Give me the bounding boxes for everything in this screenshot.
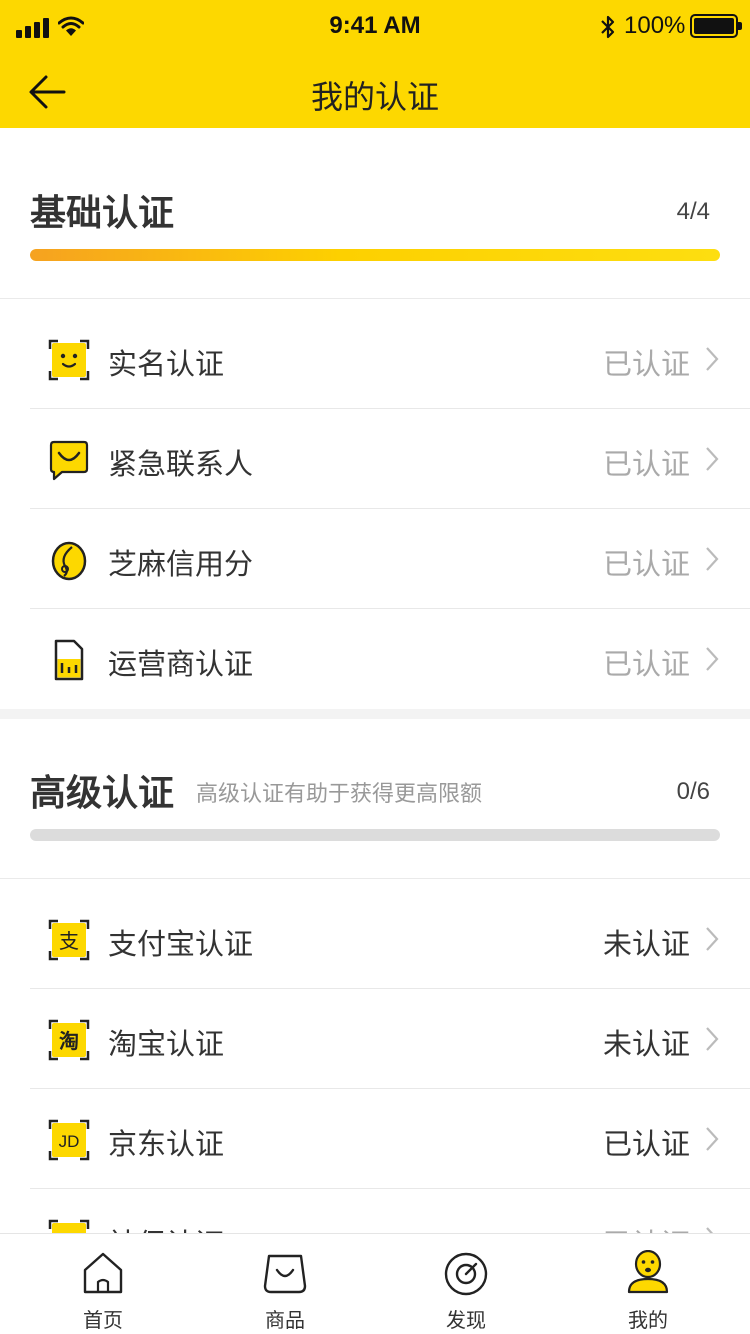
jd-icon: JD: [48, 1119, 90, 1161]
status-badge: 已认证: [602, 1127, 690, 1161]
sesame-icon: [51, 541, 87, 581]
tab-bar: 首页 商品 发现 我的: [0, 1233, 750, 1334]
status-badge: 已认证: [602, 447, 690, 481]
social-security-icon: [48, 1219, 90, 1233]
bluetooth-icon: [601, 15, 615, 39]
advanced-section-subtitle: 高级认证有助于获得更高限额: [196, 782, 483, 807]
content: 基础认证 4/4 实名认证 已认证 紧急联系人 已认证 芝麻信用分 已认证 运营…: [0, 128, 750, 1233]
shopping-bag-icon: [263, 1254, 307, 1294]
tab-home[interactable]: 首页: [28, 1234, 178, 1334]
list-item-sesame-credit[interactable]: 芝麻信用分 已认证: [0, 509, 750, 609]
chevron-right-icon: [706, 647, 719, 671]
tab-label: 首页: [83, 1308, 123, 1332]
taobao-icon: 淘: [48, 1019, 90, 1061]
status-badge: 已认证: [602, 547, 690, 581]
basic-section-title: 基础认证: [30, 193, 175, 234]
status-bar: 9:41 AM 100%: [0, 0, 750, 54]
profile-icon: [627, 1250, 669, 1294]
compass-icon: [444, 1252, 488, 1296]
chevron-right-icon: [706, 1027, 719, 1051]
status-badge: 未认证: [602, 927, 690, 961]
section-gap: [0, 709, 750, 719]
chevron-right-icon: [706, 1127, 719, 1151]
basic-progress-bar: [30, 249, 720, 261]
list-item-alipay[interactable]: 支 支付宝认证 未认证: [0, 889, 750, 989]
basic-progress-fill: [30, 249, 720, 261]
advanced-progress-bar: [30, 829, 720, 841]
list-item-jd[interactable]: JD 京东认证 已认证: [0, 1089, 750, 1189]
tab-discover[interactable]: 发现: [391, 1234, 541, 1334]
status-badge: 未认证: [602, 1027, 690, 1061]
list-item-emergency-contact[interactable]: 紧急联系人 已认证: [0, 409, 750, 509]
chevron-right-icon: [706, 547, 719, 571]
list-item-label: 社保认证: [108, 1221, 224, 1233]
tab-label: 发现: [446, 1308, 486, 1332]
tab-label: 商品: [265, 1308, 305, 1332]
status-badge: 已认证: [603, 1221, 690, 1233]
list-item-label: 芝麻信用分: [108, 547, 254, 581]
list-item-label: 运营商认证: [108, 647, 254, 681]
tab-mine[interactable]: 我的: [573, 1234, 723, 1334]
list-item-real-name[interactable]: 实名认证 已认证: [0, 309, 750, 409]
chevron-right-icon: [706, 927, 719, 951]
basic-section-count: 4/4: [676, 198, 710, 225]
chat-smile-icon: [49, 440, 89, 481]
list-item-label: 支付宝认证: [108, 927, 254, 961]
alipay-icon: 支: [48, 919, 90, 961]
svg-text:支: 支: [59, 929, 79, 953]
tab-products[interactable]: 商品: [210, 1234, 360, 1334]
battery-icon: [690, 14, 742, 38]
chevron-right-icon: [706, 347, 719, 371]
status-badge: 已认证: [602, 347, 690, 381]
status-badge: 已认证: [602, 647, 690, 681]
face-id-icon: [48, 339, 90, 381]
page-title: 我的认证: [310, 78, 439, 116]
svg-text:JD: JD: [59, 1132, 80, 1151]
chevron-right-icon: [706, 1227, 714, 1233]
list-item-label: 实名认证: [108, 347, 225, 381]
list-item-social-security[interactable]: 社保认证 已认证: [0, 1189, 750, 1233]
divider: [0, 298, 750, 299]
advanced-section-title: 高级认证: [30, 773, 175, 814]
divider: [0, 878, 750, 879]
svg-text:淘: 淘: [59, 1029, 79, 1053]
list-item-taobao[interactable]: 淘 淘宝认证 未认证: [0, 989, 750, 1089]
battery-percent: 100%: [624, 12, 686, 39]
chevron-right-icon: [706, 447, 719, 471]
list-item-label: 淘宝认证: [108, 1027, 225, 1061]
tab-label: 我的: [628, 1308, 668, 1332]
list-item-carrier[interactable]: 运营商认证 已认证: [0, 609, 750, 709]
home-icon: [83, 1252, 123, 1294]
advanced-section-count: 0/6: [676, 778, 710, 805]
sim-card-icon: [54, 639, 84, 681]
list-item-label: 京东认证: [108, 1127, 225, 1161]
top-bar: 9:41 AM 100% 我的认证: [0, 0, 750, 128]
list-item-label: 紧急联系人: [108, 447, 254, 481]
